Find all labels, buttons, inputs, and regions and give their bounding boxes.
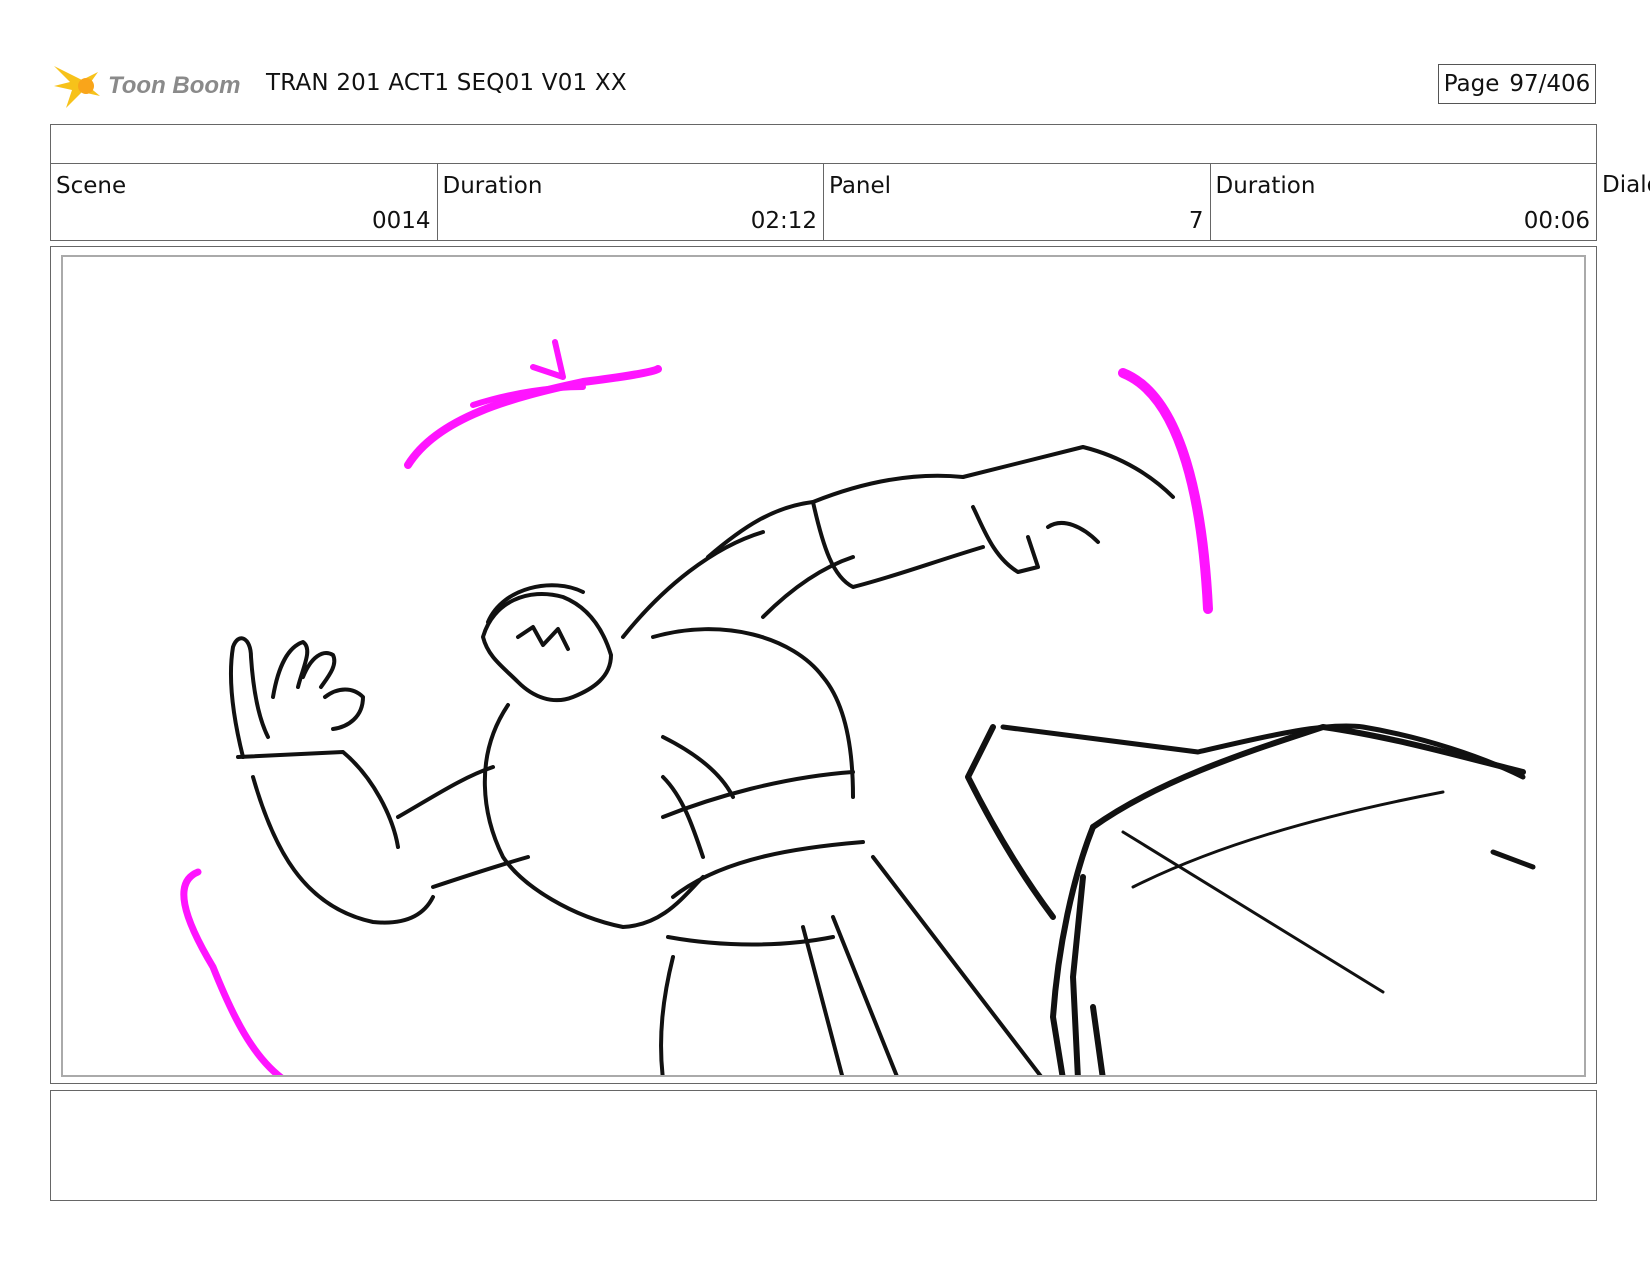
hand-right-stroke bbox=[961, 445, 1175, 574]
scene-label: Scene bbox=[56, 173, 127, 199]
scene-value: 0014 bbox=[371, 208, 431, 234]
notes-box[interactable] bbox=[50, 1090, 1597, 1201]
car-right-stroke bbox=[1490, 849, 1536, 870]
forearm-right bbox=[811, 500, 985, 589]
car-wheel-stroke bbox=[1070, 874, 1106, 1075]
abs-stroke bbox=[661, 775, 705, 859]
leg-stroke-1 bbox=[659, 955, 675, 1075]
car-front-stroke bbox=[965, 724, 1056, 920]
panel-label: Panel bbox=[829, 173, 892, 199]
upper-arm-right-lower bbox=[761, 555, 855, 619]
panel-value: 7 bbox=[1188, 208, 1204, 234]
panel-cell: Panel 7 bbox=[824, 164, 1211, 240]
page-number: 97/406 bbox=[1509, 71, 1591, 97]
hand-left-stroke bbox=[229, 636, 270, 759]
panel-duration-label: Duration bbox=[1215, 173, 1316, 199]
shoulder-stroke bbox=[621, 530, 765, 639]
forearm-left-lower bbox=[251, 775, 435, 925]
head-stroke bbox=[481, 591, 613, 703]
scene-duration-label: Duration bbox=[442, 173, 543, 199]
back-stroke bbox=[651, 627, 855, 799]
sequence-row bbox=[50, 124, 1597, 164]
fingers-left-stroke bbox=[271, 640, 365, 731]
sketch-canvas bbox=[180, 339, 1536, 1075]
toon-boom-logo: Toon Boom bbox=[54, 66, 240, 108]
car-body-stroke bbox=[1121, 830, 1385, 994]
panel-duration-cell: Duration 00:06 bbox=[1211, 164, 1597, 240]
scene-cell: Scene 0014 bbox=[51, 164, 438, 240]
project-title: TRAN 201 ACT1 SEQ01 V01 XX bbox=[266, 70, 627, 96]
car-line-stroke bbox=[1131, 790, 1445, 889]
dialog-label: Dialog bbox=[1602, 172, 1650, 198]
hair-stroke bbox=[486, 583, 585, 624]
storyboard-drawing bbox=[61, 255, 1586, 1077]
upper-arm-right bbox=[706, 473, 965, 559]
upper-arm-left bbox=[396, 765, 495, 819]
character-sketch bbox=[229, 445, 1175, 1075]
panel-info-row: Scene 0014 Duration 02:12 Panel 7 Durati… bbox=[50, 163, 1597, 241]
leg-stroke-2 bbox=[801, 925, 845, 1075]
starburst-icon bbox=[54, 66, 100, 108]
scene-duration-value: 02:12 bbox=[750, 208, 817, 234]
page-label: Page bbox=[1443, 71, 1500, 97]
jaw-stroke bbox=[516, 625, 570, 651]
leg-stroke-4 bbox=[871, 855, 1043, 1075]
vehicle-sketch bbox=[965, 723, 1536, 1075]
page-indicator: Page 97/406 bbox=[1438, 64, 1596, 104]
car-hood-stroke bbox=[1090, 724, 1526, 830]
leg-stroke-3 bbox=[831, 915, 899, 1075]
speed-mark-top bbox=[404, 365, 662, 469]
svg-text:Toon Boom: Toon Boom bbox=[108, 72, 240, 99]
panel-duration-value: 00:06 bbox=[1523, 208, 1590, 234]
speed-mark-bottom bbox=[180, 868, 284, 1075]
belt-stroke bbox=[661, 770, 855, 819]
scene-duration-cell: Duration 02:12 bbox=[438, 164, 824, 240]
